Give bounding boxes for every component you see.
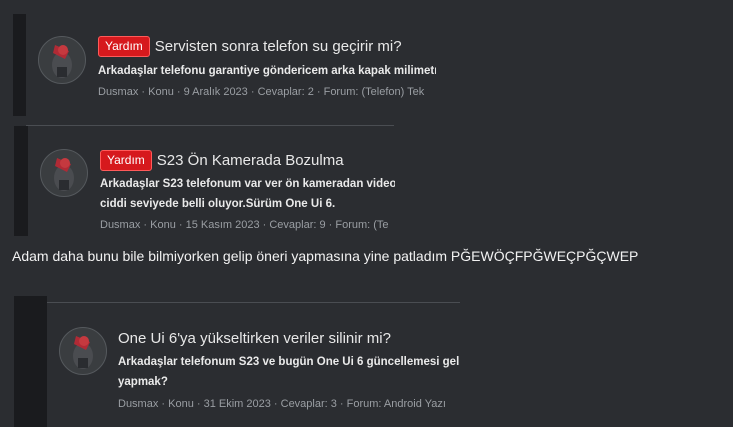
avatar[interactable] bbox=[40, 149, 88, 197]
thread-title[interactable]: S23 Ön Kamerada Bozulma bbox=[157, 152, 344, 169]
avatar-image bbox=[52, 45, 72, 78]
thread-snippet: Arkadaşlar telefonu garantiye göndericem… bbox=[98, 65, 436, 77]
thread-snippet: Arkadaşlar telefonum S23 ve bugün One Ui… bbox=[118, 356, 460, 388]
post-message: Adam daha bunu bile bilmiyorken gelip ön… bbox=[12, 248, 639, 264]
quote-bar bbox=[14, 296, 47, 427]
avatar[interactable] bbox=[59, 327, 107, 375]
avatar[interactable] bbox=[38, 36, 86, 84]
thread-title[interactable]: Servisten sonra telefon su geçirir mi? bbox=[155, 38, 402, 55]
thread-meta: Dusmax · Konu · 9 Aralık 2023 · Cevaplar… bbox=[98, 86, 425, 98]
thread-title[interactable]: One Ui 6'ya yükseltirken veriler silinir… bbox=[118, 330, 391, 347]
quote-card[interactable]: Yardım Servisten sonra telefon su geçiri… bbox=[26, 14, 436, 116]
quote-card[interactable]: One Ui 6'ya yükseltirken veriler silinir… bbox=[47, 303, 460, 427]
quote-card[interactable]: Yardım S23 Ön Kamerada Bozulma Arkadaşla… bbox=[28, 126, 395, 236]
avatar-image bbox=[54, 158, 74, 191]
avatar-image bbox=[73, 336, 93, 369]
quote-bar bbox=[14, 126, 28, 236]
quote-bar bbox=[13, 14, 26, 116]
thread-meta: Dusmax · Konu · 31 Ekim 2023 · Cevaplar:… bbox=[118, 398, 446, 410]
thread-snippet: Arkadaşlar S23 telefonum var ver ön kame… bbox=[100, 178, 395, 210]
prefix-badge[interactable]: Yardım bbox=[98, 36, 150, 57]
prefix-badge[interactable]: Yardım bbox=[100, 150, 152, 171]
thread-meta: Dusmax · Konu · 15 Kasım 2023 · Cevaplar… bbox=[100, 219, 389, 231]
